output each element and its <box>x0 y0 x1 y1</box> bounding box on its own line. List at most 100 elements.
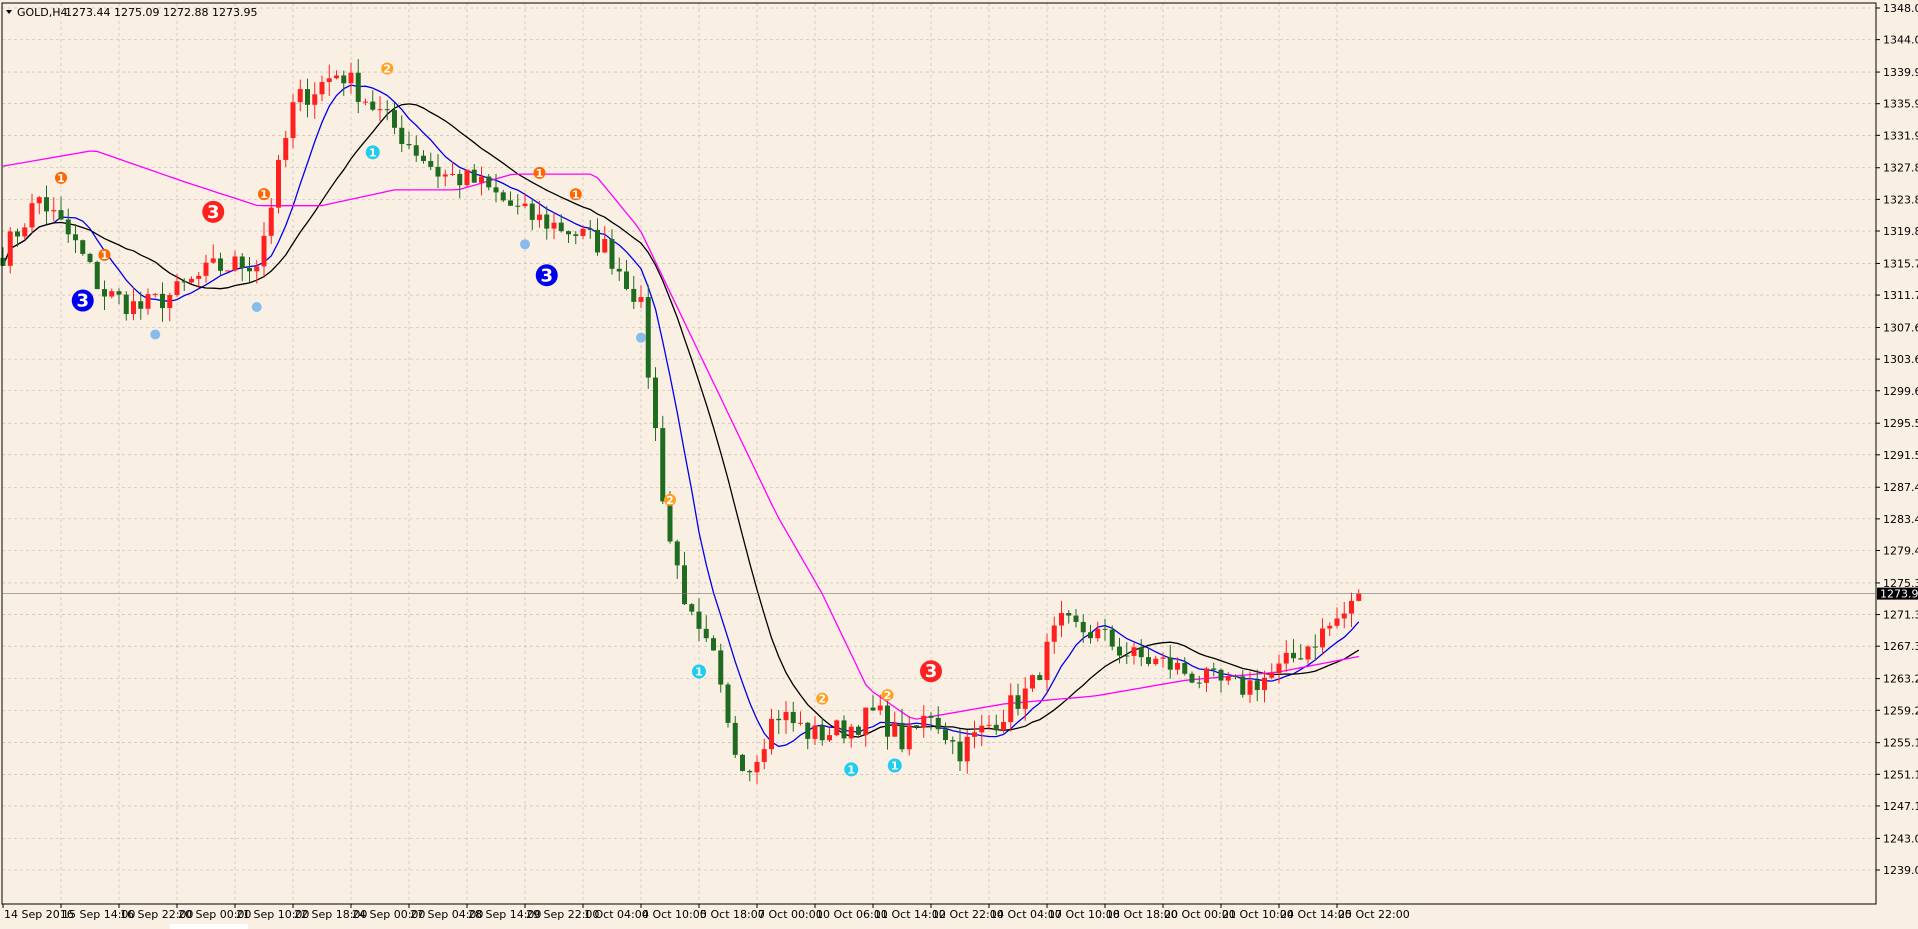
candle-body[interactable] <box>899 722 905 750</box>
candle-body[interactable] <box>1233 676 1238 678</box>
candle-body[interactable] <box>51 210 57 212</box>
candle-body[interactable] <box>1146 657 1151 664</box>
candle-body[interactable] <box>1037 675 1043 680</box>
candle-body[interactable] <box>109 291 115 297</box>
candle-body[interactable] <box>341 75 347 84</box>
candle-body[interactable] <box>1088 632 1093 639</box>
candle-body[interactable] <box>1160 657 1166 659</box>
candle-body[interactable] <box>377 109 383 111</box>
candle-body[interactable] <box>848 726 854 739</box>
candle-body[interactable] <box>544 214 550 229</box>
candle-body[interactable] <box>595 229 600 253</box>
candle-body[interactable] <box>1356 593 1362 601</box>
candle-body[interactable] <box>471 169 477 183</box>
candle-body[interactable] <box>935 717 941 730</box>
candle-body[interactable] <box>718 650 724 685</box>
candle-body[interactable] <box>1211 668 1217 670</box>
candle-body[interactable] <box>7 231 13 266</box>
candle-body[interactable] <box>1167 657 1173 670</box>
candle-body[interactable] <box>1349 600 1354 614</box>
candle-body[interactable] <box>189 278 194 283</box>
candle-body[interactable] <box>450 173 455 175</box>
candle-body[interactable] <box>1124 655 1130 657</box>
candle-body[interactable] <box>181 281 187 283</box>
candle-body[interactable] <box>645 297 651 378</box>
candle-body[interactable] <box>827 735 832 741</box>
candle-body[interactable] <box>551 222 557 229</box>
candle-body[interactable] <box>1102 628 1108 630</box>
candle-body[interactable] <box>1312 646 1318 648</box>
candle-body[interactable] <box>1196 682 1202 684</box>
candle-body[interactable] <box>1175 662 1180 670</box>
candle-body[interactable] <box>740 754 745 771</box>
candle-body[interactable] <box>413 145 419 156</box>
candle-body[interactable] <box>319 82 325 95</box>
candle-body[interactable] <box>1291 652 1296 659</box>
candle-body[interactable] <box>1204 668 1209 683</box>
candle-body[interactable] <box>805 722 811 739</box>
candle-body[interactable] <box>602 239 608 253</box>
candle-body[interactable] <box>334 75 339 79</box>
candle-body[interactable] <box>711 638 716 651</box>
candle-body[interactable] <box>261 235 267 267</box>
candle-body[interactable] <box>160 293 165 309</box>
candle-body[interactable] <box>1283 652 1289 664</box>
candle-body[interactable] <box>1030 675 1035 689</box>
candle-body[interactable] <box>355 72 361 102</box>
candle-body[interactable] <box>421 155 426 162</box>
candle-body[interactable] <box>297 89 303 103</box>
candle-body[interactable] <box>812 725 818 739</box>
candle-body[interactable] <box>254 266 260 272</box>
candle-body[interactable] <box>80 240 86 254</box>
candle-body[interactable] <box>326 78 332 83</box>
candle-body[interactable] <box>1073 615 1079 622</box>
candle-body[interactable] <box>1320 628 1325 648</box>
candle-body[interactable] <box>138 301 144 309</box>
candle-body[interactable] <box>73 234 78 241</box>
candle-body[interactable] <box>87 253 93 262</box>
candle-body[interactable] <box>29 203 35 228</box>
candle-body[interactable] <box>841 720 847 739</box>
candle-body[interactable] <box>22 227 28 237</box>
candle-body[interactable] <box>1138 647 1144 658</box>
candle-body[interactable] <box>964 736 970 762</box>
candle-body[interactable] <box>863 707 869 735</box>
candle-body[interactable] <box>1341 613 1347 619</box>
candle-body[interactable] <box>305 89 310 105</box>
candle-body[interactable] <box>892 722 898 737</box>
candle-body[interactable] <box>972 732 977 737</box>
candle-body[interactable] <box>399 127 405 145</box>
candle-body[interactable] <box>174 281 180 296</box>
candle-body[interactable] <box>232 256 238 271</box>
candle-body[interactable] <box>58 210 64 220</box>
candle-body[interactable] <box>566 231 571 235</box>
candle-body[interactable] <box>877 705 883 711</box>
candle-body[interactable] <box>1095 628 1101 639</box>
candle-body[interactable] <box>885 705 890 737</box>
candle-body[interactable] <box>1044 641 1050 680</box>
candle-body[interactable] <box>384 109 390 111</box>
candle-body[interactable] <box>653 377 658 429</box>
candle-body[interactable] <box>363 101 368 103</box>
candle-body[interactable] <box>993 724 999 731</box>
candle-body[interactable] <box>624 271 629 289</box>
candle-body[interactable] <box>1080 621 1086 633</box>
candle-body[interactable] <box>102 289 107 297</box>
candle-body[interactable] <box>631 288 637 302</box>
candle-body[interactable] <box>580 228 586 236</box>
candle-body[interactable] <box>1327 625 1333 629</box>
candle-body[interactable] <box>1305 646 1311 660</box>
candle-body[interactable] <box>1225 676 1231 681</box>
candle-body[interactable] <box>44 197 49 212</box>
candle-body[interactable] <box>986 724 992 726</box>
candle-body[interactable] <box>783 711 789 721</box>
candle-body[interactable] <box>928 715 934 718</box>
candle-body[interactable] <box>94 261 100 290</box>
candle-body[interactable] <box>152 293 158 295</box>
candle-body[interactable] <box>479 176 484 183</box>
candle-body[interactable] <box>392 110 397 128</box>
candle-body[interactable] <box>1189 673 1195 683</box>
candle-body[interactable] <box>725 684 731 723</box>
candle-body[interactable] <box>914 725 919 728</box>
candle-body[interactable] <box>15 231 20 237</box>
